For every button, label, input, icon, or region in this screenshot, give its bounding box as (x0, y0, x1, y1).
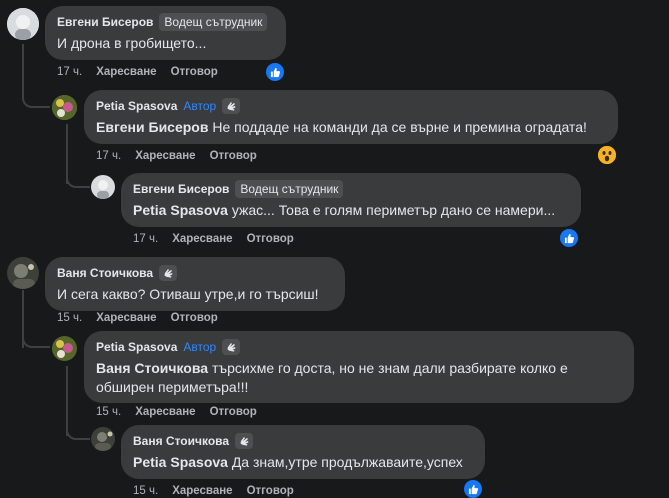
timestamp[interactable]: 15 ч. (133, 485, 158, 497)
mention-link[interactable]: Евгени Бисеров (96, 119, 208, 135)
contributor-badge: Водещ сътрудник (235, 180, 344, 198)
reply-button[interactable]: Отговор (210, 406, 257, 418)
wave-icon (222, 98, 241, 114)
reply-button[interactable]: Отговор (171, 66, 218, 78)
like-reaction-icon[interactable] (560, 229, 578, 247)
like-button[interactable]: Харесване (172, 233, 232, 245)
avatar[interactable] (52, 336, 77, 361)
timestamp[interactable]: 17 ч. (133, 233, 158, 245)
comment-actions: 15 ч. Харесване Отговор (57, 312, 218, 324)
comment-text: Petia Spasova Да знам,утре продължаваите… (133, 454, 463, 470)
person-photo-icon (91, 175, 115, 199)
flower-photo-icon (52, 95, 77, 120)
avatar[interactable] (52, 95, 77, 120)
like-button[interactable]: Харесване (135, 406, 195, 418)
timestamp[interactable]: 15 ч. (57, 312, 82, 324)
contributor-badge: Водещ сътрудник (159, 13, 268, 31)
avatar[interactable] (7, 257, 39, 289)
comment-bubble: Petia Spasova Автор Евгени Бисеров Не по… (84, 90, 618, 144)
comment-text: И дрона в гробището... (57, 35, 207, 51)
comment-actions: 17 ч. Харесване Отговор (57, 66, 218, 78)
thread-line (22, 332, 50, 348)
timestamp[interactable]: 15 ч. (96, 406, 121, 418)
comment-actions: 15 ч. Харесване Отговор (133, 485, 294, 497)
mention-link[interactable]: Petia Spasova (133, 202, 228, 218)
comment-text: Евгени Бисеров Не поддаде на команди да … (96, 119, 587, 135)
comment-author[interactable]: Ваня Стоичкова (57, 266, 153, 280)
wave-icon (159, 265, 178, 281)
like-button[interactable]: Харесване (172, 485, 232, 497)
comment-author[interactable]: Евгени Бисеров (133, 182, 229, 196)
mention-link[interactable]: Petia Spasova (133, 454, 228, 470)
comment-bubble: Ваня Стоичкова Petia Spasova Да знам,утр… (121, 425, 485, 479)
wow-reaction-icon[interactable] (598, 146, 616, 164)
comment-author[interactable]: Ваня Стоичкова (133, 434, 229, 448)
avatar[interactable] (7, 8, 39, 40)
like-button[interactable]: Харесване (96, 66, 156, 78)
like-reaction-icon[interactable] (464, 480, 482, 498)
person-photo-icon (7, 257, 39, 289)
comment-actions: 17 ч. Харесване Отговор (133, 233, 294, 245)
timestamp[interactable]: 17 ч. (57, 66, 82, 78)
like-button[interactable]: Харесване (135, 150, 195, 162)
comment-author[interactable]: Petia Spasova (96, 99, 177, 113)
author-badge: Автор (183, 99, 217, 113)
comment-bubble: Евгени Бисеров Водещ сътрудник Petia Spa… (121, 173, 581, 227)
flower-photo-icon (52, 336, 77, 361)
reply-button[interactable]: Отговор (171, 312, 218, 324)
avatar[interactable] (91, 175, 115, 199)
thread-line (66, 172, 90, 188)
comment-bubble: Евгени Бисеров Водещ сътрудник И дрона в… (45, 6, 286, 60)
mention-link[interactable]: Ваня Стоичкова (96, 360, 208, 376)
comment-text: Ваня Стоичкова търсихме го доста, но не … (96, 360, 568, 395)
comment-actions: 15 ч. Харесване Отговор (96, 406, 257, 418)
thread-line (22, 90, 50, 108)
comment-bubble: Petia Spasova Автор Ваня Стоичкова търси… (84, 331, 634, 403)
like-button[interactable]: Харесване (96, 312, 156, 324)
avatar[interactable] (91, 427, 115, 451)
comment-author[interactable]: Petia Spasova (96, 340, 177, 354)
reply-button[interactable]: Отговор (247, 233, 294, 245)
comment-actions: 17 ч. Харесване Отговор (96, 150, 257, 162)
author-badge: Автор (183, 340, 217, 354)
person-photo-icon (7, 8, 39, 40)
comment-text: И сега какво? Отиваш утре,и го търсиш! (57, 286, 319, 302)
comment-author[interactable]: Евгени Бисеров (57, 15, 153, 29)
thread-line (66, 424, 90, 440)
person-photo-icon (91, 427, 115, 451)
reply-button[interactable]: Отговор (210, 150, 257, 162)
like-reaction-icon[interactable] (266, 63, 284, 81)
comment-text: Petia Spasova ужас... Това е голям перим… (133, 202, 556, 218)
wave-icon (222, 339, 241, 355)
wave-icon (235, 433, 254, 449)
comment-bubble: Ваня Стоичкова И сега какво? Отиваш утре… (45, 257, 345, 311)
timestamp[interactable]: 17 ч. (96, 150, 121, 162)
reply-button[interactable]: Отговор (247, 485, 294, 497)
